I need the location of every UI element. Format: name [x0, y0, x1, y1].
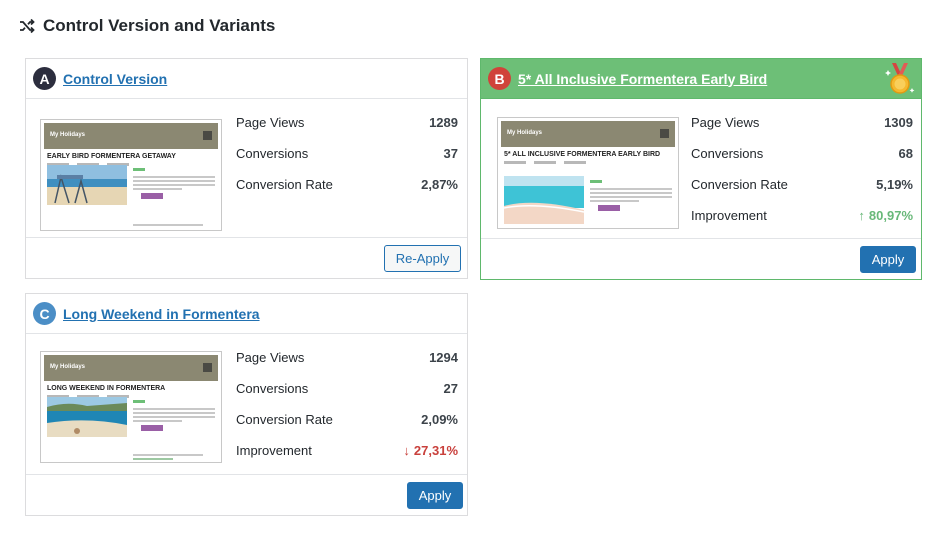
page-thumbnail: My Holidays LONG WEEKEND IN FORMENTERA [40, 351, 222, 463]
variant-badge: C [33, 302, 56, 325]
conversion-rate-value: 5,19% [876, 177, 913, 192]
thumbnail-title: LONG WEEKEND IN FORMENTERA [47, 385, 166, 392]
variant-name-link[interactable]: Control Version [63, 71, 167, 87]
menu-icon [203, 131, 212, 140]
thumbnail-site-name: My Holidays [507, 130, 543, 136]
stat-page-views: Page Views 1289 [236, 115, 458, 130]
stat-page-views: Page Views 1309 [691, 115, 913, 130]
stat-conversion-rate: Conversion Rate 2,09% [236, 412, 458, 427]
variant-name-link[interactable]: Long Weekend in Formentera [63, 306, 260, 322]
conversions-value: 37 [443, 146, 458, 161]
stat-conversions: Conversions 68 [691, 146, 913, 161]
variant-card-footer: Apply [481, 238, 921, 279]
variant-card-header: B 5* All Inclusive Formentera Early Bird [481, 59, 921, 99]
page-views-value: 1289 [429, 115, 458, 130]
beach-image-icon [47, 397, 127, 437]
page-title: Control Version and Variants [43, 16, 276, 35]
stat-conversion-rate: Conversion Rate 2,87% [236, 177, 458, 192]
variant-card-a: A Control Version My Holidays EARLY BIRD… [25, 58, 468, 279]
menu-icon [660, 129, 669, 138]
apply-button[interactable]: Apply [407, 482, 463, 509]
arrow-down-icon: ↓ [403, 443, 410, 458]
thumbnail-title: 5* ALL INCLUSIVE FORMENTERA EARLY BIRD [504, 151, 661, 158]
variant-name-link[interactable]: 5* All Inclusive Formentera Early Bird [518, 71, 767, 87]
stat-conversion-rate: Conversion Rate 5,19% [691, 177, 913, 192]
conversions-value: 68 [898, 146, 913, 161]
conversion-rate-value: 2,87% [421, 177, 458, 192]
conversion-rate-value: 2,09% [421, 412, 458, 427]
variant-stats: Page Views 1294 Conversions 27 Conversion … [236, 350, 458, 474]
beach-image-icon [504, 176, 584, 224]
variant-badge: A [33, 67, 56, 90]
improvement-value: ↑ 80,97% [858, 208, 913, 223]
stat-conversions: Conversions 37 [236, 146, 458, 161]
stat-page-views: Page Views 1294 [236, 350, 458, 365]
page-views-value: 1294 [429, 350, 458, 365]
variant-card-c: C Long Weekend in Formentera My Holidays… [25, 293, 468, 516]
variant-stats: Page Views 1309 Conversions 68 Conversion … [691, 115, 913, 239]
variant-card-header: C Long Weekend in Formentera [26, 294, 467, 334]
variant-card-footer: Re-Apply [26, 237, 467, 278]
page-thumbnail: My Holidays EARLY BIRD FORMENTERA GETAWA… [40, 119, 222, 231]
apply-button[interactable]: Apply [860, 246, 916, 273]
variant-card-footer: Apply [26, 474, 467, 515]
stat-improvement: Improvement ↓ 27,31% [236, 443, 458, 458]
conversions-value: 27 [443, 381, 458, 396]
page-header: Control Version and Variants [19, 15, 275, 37]
menu-icon [203, 363, 212, 372]
variant-card-b: B 5* All Inclusive Formentera Early Bird… [480, 58, 922, 280]
stat-improvement: Improvement ↑ 80,97% [691, 208, 913, 223]
shuffle-icon [20, 18, 35, 34]
beach-image-icon [47, 165, 127, 205]
thumbnail-title: EARLY BIRD FORMENTERA GETAWAY [47, 153, 176, 160]
thumbnail-site-name: My Holidays [50, 364, 86, 370]
arrow-up-icon: ↑ [858, 208, 865, 223]
stat-conversions: Conversions 27 [236, 381, 458, 396]
re-apply-button[interactable]: Re-Apply [384, 245, 461, 272]
winner-medal-icon [885, 63, 915, 94]
page-views-value: 1309 [884, 115, 913, 130]
variant-stats: Page Views 1289 Conversions 37 Conversion … [236, 115, 458, 208]
variant-badge: B [488, 67, 511, 90]
improvement-value: ↓ 27,31% [403, 443, 458, 458]
variant-card-header: A Control Version [26, 59, 467, 99]
page-thumbnail: My Holidays 5* ALL INCLUSIVE FORMENTERA … [497, 117, 679, 229]
thumbnail-site-name: My Holidays [50, 132, 86, 138]
